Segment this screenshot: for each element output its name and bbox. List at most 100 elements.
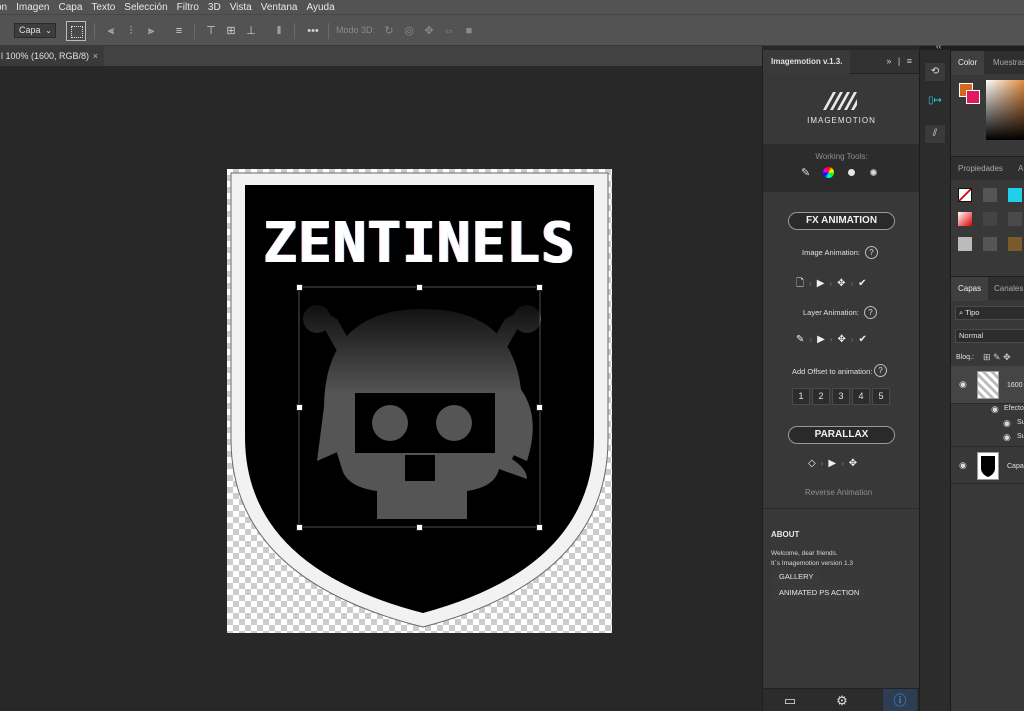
document-tab[interactable]: l 100% (1600, RGB/8) × [0, 46, 104, 66]
align-right-icon[interactable]: ⫸ [144, 24, 158, 38]
blend-mode-select[interactable]: Normal [955, 329, 1024, 343]
adjustment-icon[interactable] [983, 188, 997, 202]
gradient-icon[interactable] [958, 212, 972, 226]
camera-3d-icon[interactable]: ■ [462, 24, 476, 38]
gear-icon[interactable]: ⚙ [834, 693, 850, 709]
move-icon[interactable]: ✥ [837, 334, 845, 345]
close-icon[interactable]: × [93, 46, 98, 66]
gallery-link[interactable]: GALLERY [773, 570, 820, 584]
align-top-icon[interactable]: ⊤ [204, 24, 218, 38]
lock-icons[interactable]: ⊞ ✎ ✥ [983, 352, 1011, 363]
new-document-icon[interactable]: 🗋 [796, 276, 804, 293]
no-color-icon[interactable] [958, 188, 972, 202]
check-icon[interactable]: ✔ [858, 278, 866, 289]
transform-controls-toggle[interactable] [66, 21, 86, 41]
tab-color[interactable]: Color [951, 51, 985, 75]
menu-item-filtro[interactable]: Filtro [177, 2, 199, 13]
drag-3d-icon[interactable]: ✥ [422, 24, 436, 38]
menu-item-imagen[interactable]: Imagen [16, 2, 49, 13]
layer-row[interactable]: ◉ 1600 [951, 366, 1024, 404]
eye-icon[interactable]: ◉ [991, 404, 999, 415]
cyan-swatch-icon[interactable] [1008, 188, 1022, 202]
play-icon[interactable]: ▶ [828, 458, 836, 469]
roll-3d-icon[interactable]: ◎ [402, 24, 416, 38]
eye-icon[interactable]: ◉ [1003, 432, 1011, 443]
imagemotion-panel-title[interactable]: Imagemotion v.1.3. [763, 50, 851, 74]
history-icon[interactable]: ⟲ [924, 62, 946, 82]
tab-properties[interactable]: Propiedades [958, 157, 1003, 181]
libraries-icon[interactable]: ▯↦ [924, 92, 946, 112]
menu-item-3d[interactable]: 3D [208, 2, 221, 13]
fx-animation-button[interactable]: FX ANIMATION [788, 212, 895, 230]
layer-animation-help-icon[interactable]: ? [864, 306, 877, 319]
imagemotion-dock-icon[interactable]: ⫽ [924, 124, 946, 144]
offset-button-4[interactable]: 4 [852, 388, 870, 405]
brown-swatch-icon[interactable] [1008, 237, 1022, 251]
tab-channels[interactable]: Canales [994, 277, 1023, 301]
menu-item-texto[interactable]: Texto [91, 2, 115, 13]
offset-help-icon[interactable]: ? [874, 364, 887, 377]
image-animation-help-icon[interactable]: ? [865, 246, 878, 259]
monitor-icon[interactable]: ▭ [782, 693, 798, 709]
auto-select-dropdown[interactable]: Capa ⌄ [14, 23, 56, 38]
gray-swatch-icon[interactable] [958, 237, 972, 251]
help-icon[interactable]: ⓘ [883, 689, 917, 711]
tab-layers[interactable]: Capas [951, 277, 989, 301]
offset-button-3[interactable]: 3 [832, 388, 850, 405]
layer-effect-item[interactable]: Su [1017, 419, 1024, 426]
tab-adjustments[interactable]: A [1018, 157, 1023, 181]
adjustment-icon[interactable] [1008, 212, 1022, 226]
menu-item-selection-partial[interactable]: ón [0, 2, 7, 13]
transform-handle[interactable] [296, 404, 303, 411]
transform-handle[interactable] [296, 284, 303, 291]
align-left-icon[interactable]: ⫷ [104, 24, 118, 38]
layer-effect-item[interactable]: Su [1017, 433, 1024, 440]
transform-handle[interactable] [416, 524, 423, 531]
check-icon[interactable]: ✔ [859, 334, 867, 345]
panel-menu-icon[interactable]: » | ≡ [886, 56, 914, 66]
wrench-icon[interactable]: ✎ [801, 166, 810, 179]
color-picker-field[interactable] [986, 80, 1024, 140]
offset-button-2[interactable]: 2 [812, 388, 830, 405]
offset-button-1[interactable]: 1 [792, 388, 810, 405]
play-icon[interactable]: ▶ [817, 334, 825, 345]
move-icon[interactable]: ✥ [837, 278, 845, 289]
distribute-icon[interactable]: ≡ [172, 24, 186, 38]
soft-brush-icon[interactable] [848, 169, 855, 176]
transform-handle[interactable] [536, 524, 543, 531]
move-icon[interactable]: ✥ [849, 458, 857, 469]
play-icon[interactable]: ▶ [817, 278, 825, 289]
transform-handle[interactable] [536, 284, 543, 291]
eye-icon[interactable]: ◉ [959, 379, 967, 390]
eye-icon[interactable]: ◉ [959, 460, 967, 471]
offset-button-5[interactable]: 5 [872, 388, 890, 405]
menu-item-vista[interactable]: Vista [230, 2, 252, 13]
animated-ps-action-link[interactable]: ANIMATED PS ACTION [773, 586, 866, 600]
align-bottom-icon[interactable]: ⊥ [244, 24, 258, 38]
transform-handle[interactable] [536, 404, 543, 411]
menu-item-capa[interactable]: Capa [58, 2, 82, 13]
more-options-button[interactable]: ••• [304, 24, 322, 38]
document-canvas[interactable]: ZENTINELS [227, 169, 612, 633]
hard-brush-icon[interactable] [870, 169, 877, 176]
transform-handle[interactable] [296, 524, 303, 531]
distribute-vertical-icon[interactable]: ‖ [272, 24, 286, 38]
align-vcenter-icon[interactable]: ⊞ [224, 24, 238, 38]
adjustment-icon[interactable] [983, 212, 997, 226]
menu-item-ventana[interactable]: Ventana [261, 2, 298, 13]
slide-3d-icon[interactable]: ⇔ [442, 24, 456, 38]
eye-icon[interactable]: ◉ [1003, 418, 1011, 429]
layer-effects-label[interactable]: Efecto [1004, 405, 1024, 412]
align-hcenter-icon[interactable]: ⫶ [124, 24, 138, 38]
menu-item-ayuda[interactable]: Ayuda [306, 2, 334, 13]
reverse-animation-link[interactable]: Reverse Animation [805, 488, 872, 497]
parallax-button[interactable]: PARALLAX [788, 426, 895, 444]
color-wheel-icon[interactable] [823, 167, 834, 178]
layer-row[interactable]: ◉ Capa [951, 446, 1024, 484]
canvas-area[interactable]: ZENTINELS [0, 66, 762, 711]
transform-handle[interactable] [416, 284, 423, 291]
adjustment-icon[interactable] [983, 237, 997, 251]
background-color-swatch[interactable] [966, 90, 980, 104]
pencil-icon[interactable]: ✎ [796, 334, 804, 345]
layer-name[interactable]: Capa [1007, 463, 1024, 470]
